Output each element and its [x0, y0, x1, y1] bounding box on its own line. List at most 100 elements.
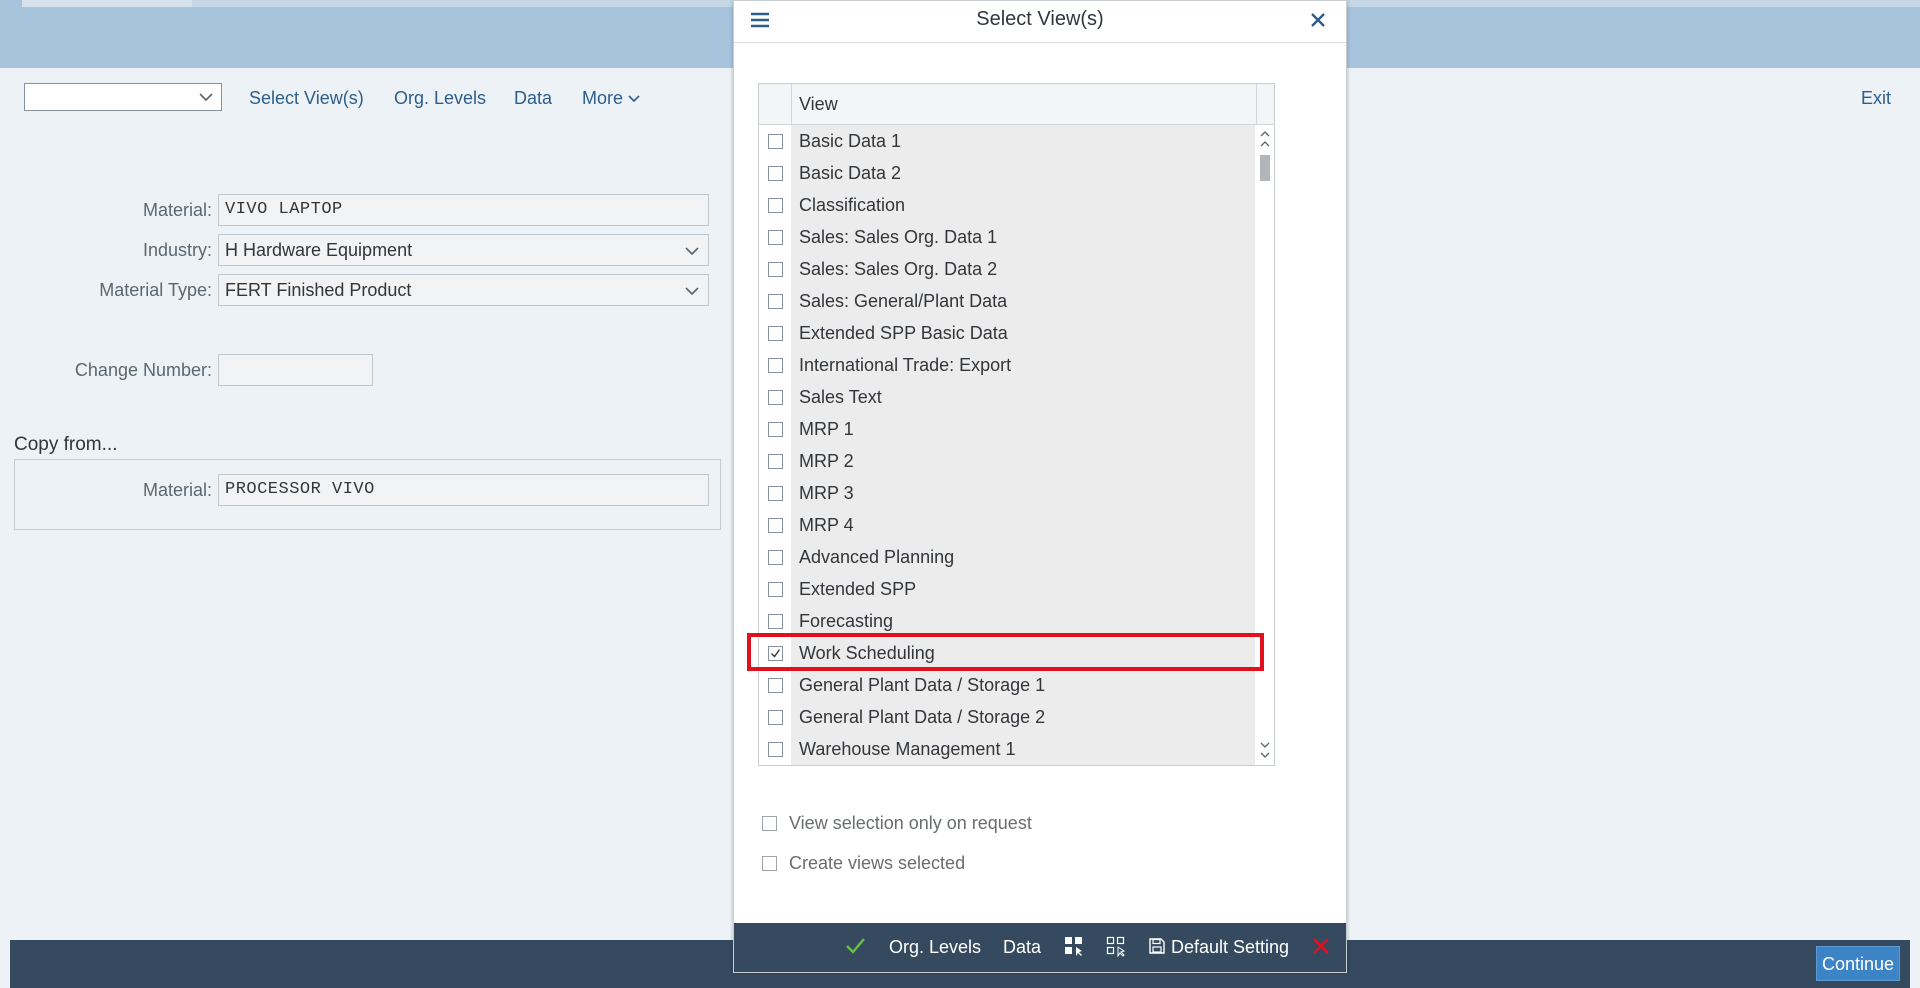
- checkbox[interactable]: [768, 134, 783, 149]
- table-row[interactable]: Sales Text: [759, 381, 1255, 413]
- material-input[interactable]: VIVO LAPTOP: [218, 194, 709, 226]
- select-all-icon[interactable]: [1063, 935, 1085, 957]
- table-row[interactable]: Extended SPP: [759, 573, 1255, 605]
- table-row[interactable]: Forecasting: [759, 605, 1255, 637]
- org-levels-button[interactable]: Org. Levels: [394, 88, 486, 109]
- view-cell[interactable]: MRP 4: [791, 509, 1255, 541]
- default-setting-button[interactable]: Default Setting: [1171, 937, 1289, 958]
- view-cell[interactable]: Warehouse Management 1: [791, 733, 1255, 765]
- checkbox[interactable]: [768, 678, 783, 693]
- table-row[interactable]: Extended SPP Basic Data: [759, 317, 1255, 349]
- view-cell[interactable]: International Trade: Export: [791, 349, 1255, 381]
- view-cell[interactable]: Basic Data 1: [791, 125, 1255, 157]
- table-row[interactable]: Basic Data 1: [759, 125, 1255, 157]
- row-selector-cell[interactable]: [759, 477, 791, 509]
- table-row[interactable]: MRP 1: [759, 413, 1255, 445]
- select-all-cell[interactable]: [759, 84, 792, 124]
- table-row[interactable]: General Plant Data / Storage 1: [759, 669, 1255, 701]
- view-cell[interactable]: Forecasting: [791, 605, 1255, 637]
- checkbox[interactable]: [768, 198, 783, 213]
- copy-material-input[interactable]: PROCESSOR VIVO: [218, 474, 709, 506]
- row-selector-cell[interactable]: [759, 573, 791, 605]
- view-cell[interactable]: MRP 2: [791, 445, 1255, 477]
- data-button[interactable]: Data: [514, 88, 552, 109]
- row-selector-cell[interactable]: [759, 221, 791, 253]
- table-row[interactable]: Classification: [759, 189, 1255, 221]
- row-selector-cell[interactable]: [759, 381, 791, 413]
- checkbox[interactable]: [768, 518, 783, 533]
- dialog-data-button[interactable]: Data: [1003, 937, 1041, 958]
- row-selector-cell[interactable]: [759, 541, 791, 573]
- shell-tab[interactable]: [22, 0, 192, 7]
- row-selector-cell[interactable]: [759, 125, 791, 157]
- table-row[interactable]: Advanced Planning: [759, 541, 1255, 573]
- view-cell[interactable]: Classification: [791, 189, 1255, 221]
- row-selector-cell[interactable]: [759, 637, 791, 669]
- checkbox[interactable]: [768, 422, 783, 437]
- scrollbar-thumb[interactable]: [1260, 155, 1270, 181]
- table-row[interactable]: MRP 4: [759, 509, 1255, 541]
- checkbox[interactable]: [768, 710, 783, 725]
- table-row[interactable]: Sales: General/Plant Data: [759, 285, 1255, 317]
- checkmark-icon[interactable]: [844, 935, 866, 957]
- checkbox-checked[interactable]: [768, 646, 783, 661]
- table-row[interactable]: Basic Data 2: [759, 157, 1255, 189]
- dialog-org-levels-button[interactable]: Org. Levels: [889, 937, 981, 958]
- close-icon[interactable]: [1306, 8, 1330, 32]
- more-menu-button[interactable]: More: [582, 88, 641, 109]
- view-cell[interactable]: Extended SPP: [791, 573, 1255, 605]
- row-selector-cell[interactable]: [759, 669, 791, 701]
- table-row[interactable]: Sales: Sales Org. Data 1: [759, 221, 1255, 253]
- industry-select[interactable]: H Hardware Equipment: [218, 234, 709, 266]
- row-selector-cell[interactable]: [759, 157, 791, 189]
- checkbox[interactable]: [768, 230, 783, 245]
- row-selector-cell[interactable]: [759, 317, 791, 349]
- row-selector-cell[interactable]: [759, 413, 791, 445]
- checkbox[interactable]: [768, 742, 783, 757]
- table-row[interactable]: Work Scheduling: [759, 637, 1255, 669]
- checkbox[interactable]: [768, 262, 783, 277]
- view-cell[interactable]: Sales Text: [791, 381, 1255, 413]
- row-selector-cell[interactable]: [759, 285, 791, 317]
- scroll-down-icon[interactable]: [1258, 738, 1272, 762]
- scroll-up-icon[interactable]: [1258, 127, 1272, 151]
- row-selector-cell[interactable]: [759, 189, 791, 221]
- view-cell[interactable]: Basic Data 2: [791, 157, 1255, 189]
- table-row[interactable]: Warehouse Management 1: [759, 733, 1255, 765]
- checkbox[interactable]: [768, 166, 783, 181]
- view-cell[interactable]: Work Scheduling: [791, 637, 1255, 669]
- checkbox[interactable]: [768, 614, 783, 629]
- row-selector-cell[interactable]: [759, 445, 791, 477]
- exit-button[interactable]: Exit: [1861, 88, 1891, 109]
- table-row[interactable]: Sales: Sales Org. Data 2: [759, 253, 1255, 285]
- view-cell[interactable]: Extended SPP Basic Data: [791, 317, 1255, 349]
- material-type-select[interactable]: FERT Finished Product: [218, 274, 709, 306]
- row-selector-cell[interactable]: [759, 701, 791, 733]
- view-cell[interactable]: MRP 1: [791, 413, 1255, 445]
- checkbox[interactable]: [768, 326, 783, 341]
- checkbox[interactable]: [768, 582, 783, 597]
- row-selector-cell[interactable]: [759, 733, 791, 765]
- deselect-all-icon[interactable]: [1105, 935, 1127, 957]
- checkbox[interactable]: [768, 550, 783, 565]
- checkbox[interactable]: [762, 816, 777, 831]
- row-selector-cell[interactable]: [759, 509, 791, 541]
- command-dropdown[interactable]: [24, 83, 222, 111]
- table-row[interactable]: MRP 2: [759, 445, 1255, 477]
- checkbox[interactable]: [768, 294, 783, 309]
- checkbox[interactable]: [768, 486, 783, 501]
- view-cell[interactable]: Advanced Planning: [791, 541, 1255, 573]
- checkbox[interactable]: [768, 454, 783, 469]
- row-selector-cell[interactable]: [759, 349, 791, 381]
- checkbox[interactable]: [768, 390, 783, 405]
- table-row[interactable]: General Plant Data / Storage 2: [759, 701, 1255, 733]
- view-cell[interactable]: Sales: General/Plant Data: [791, 285, 1255, 317]
- table-row[interactable]: International Trade: Export: [759, 349, 1255, 381]
- select-views-button[interactable]: Select View(s): [249, 88, 364, 109]
- table-row[interactable]: MRP 3: [759, 477, 1255, 509]
- change-number-input[interactable]: [218, 354, 373, 386]
- checkbox[interactable]: [768, 358, 783, 373]
- view-cell[interactable]: General Plant Data / Storage 2: [791, 701, 1255, 733]
- cancel-icon[interactable]: [1310, 935, 1332, 957]
- view-cell[interactable]: General Plant Data / Storage 1: [791, 669, 1255, 701]
